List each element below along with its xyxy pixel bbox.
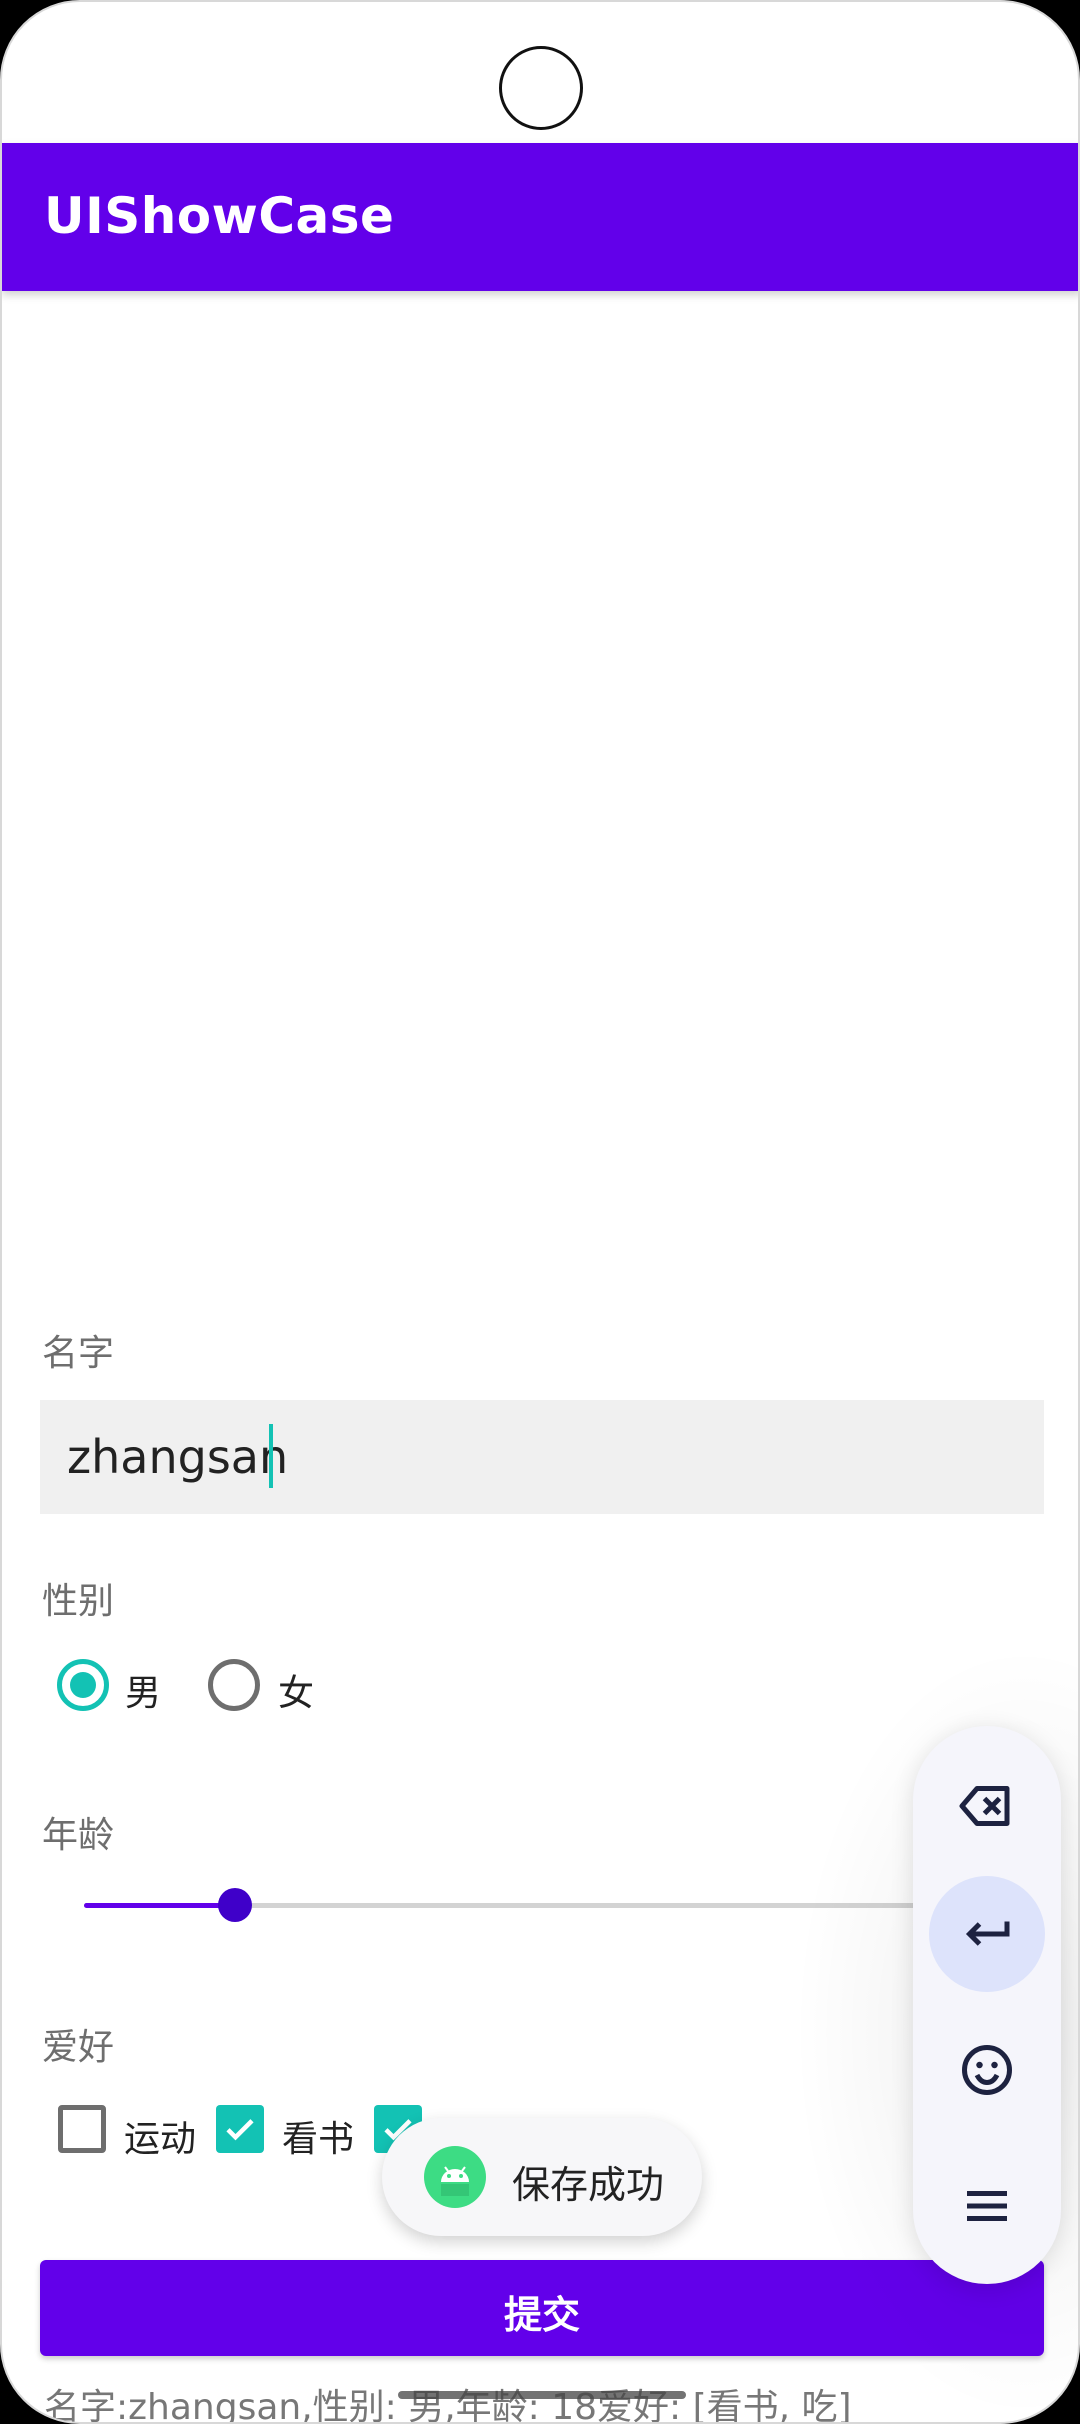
device-screen: UIShowCase 名字 zhangsan 性别 男 女 年龄 爱好 运动 看…	[0, 0, 1080, 2424]
enter-icon	[965, 1921, 1010, 1946]
checkbox-reading-label[interactable]: 看书	[282, 2110, 354, 2162]
floating-keyboard	[913, 1726, 1061, 2284]
front-camera	[499, 46, 583, 130]
text-cursor	[269, 1424, 273, 1488]
age-label: 年龄	[42, 1815, 115, 1856]
emoji-key[interactable]	[929, 2012, 1045, 2128]
toast: 保存成功	[382, 2118, 702, 2236]
result-text: 名字:zhangsan,性别: 男,年龄: 18爱好: [看书, 吃]	[44, 2387, 852, 2424]
toast-text: 保存成功	[512, 2163, 665, 2207]
hobby-label: 爱好	[42, 2027, 115, 2068]
home-indicator[interactable]	[398, 2391, 686, 2399]
menu-icon	[967, 2191, 1007, 2221]
name-input-value: zhangsan	[67, 1430, 289, 1484]
radio-male[interactable]	[57, 1659, 109, 1711]
menu-key[interactable]	[929, 2148, 1045, 2264]
radio-male-label[interactable]: 男	[125, 1664, 161, 1716]
android-icon	[424, 2146, 486, 2208]
app-title: UIShowCase	[44, 187, 395, 245]
name-label: 名字	[42, 1333, 115, 1374]
check-icon	[226, 2119, 254, 2141]
radio-female-label[interactable]: 女	[278, 1664, 314, 1716]
checkbox-sport[interactable]	[58, 2105, 106, 2153]
checkbox-sport-label[interactable]: 运动	[124, 2110, 196, 2162]
radio-female[interactable]	[208, 1659, 260, 1711]
app-bar: UIShowCase	[2, 143, 1078, 291]
gender-label: 性别	[42, 1581, 115, 1622]
age-slider-fill	[84, 1903, 235, 1908]
age-slider-thumb[interactable]	[218, 1888, 252, 1922]
backspace-icon	[959, 1786, 1010, 1826]
checkbox-reading[interactable]	[216, 2105, 264, 2153]
enter-key[interactable]	[929, 1876, 1045, 1992]
backspace-key[interactable]	[929, 1748, 1045, 1864]
emoji-icon	[962, 2045, 1012, 2095]
name-input[interactable]: zhangsan	[40, 1400, 1044, 1514]
